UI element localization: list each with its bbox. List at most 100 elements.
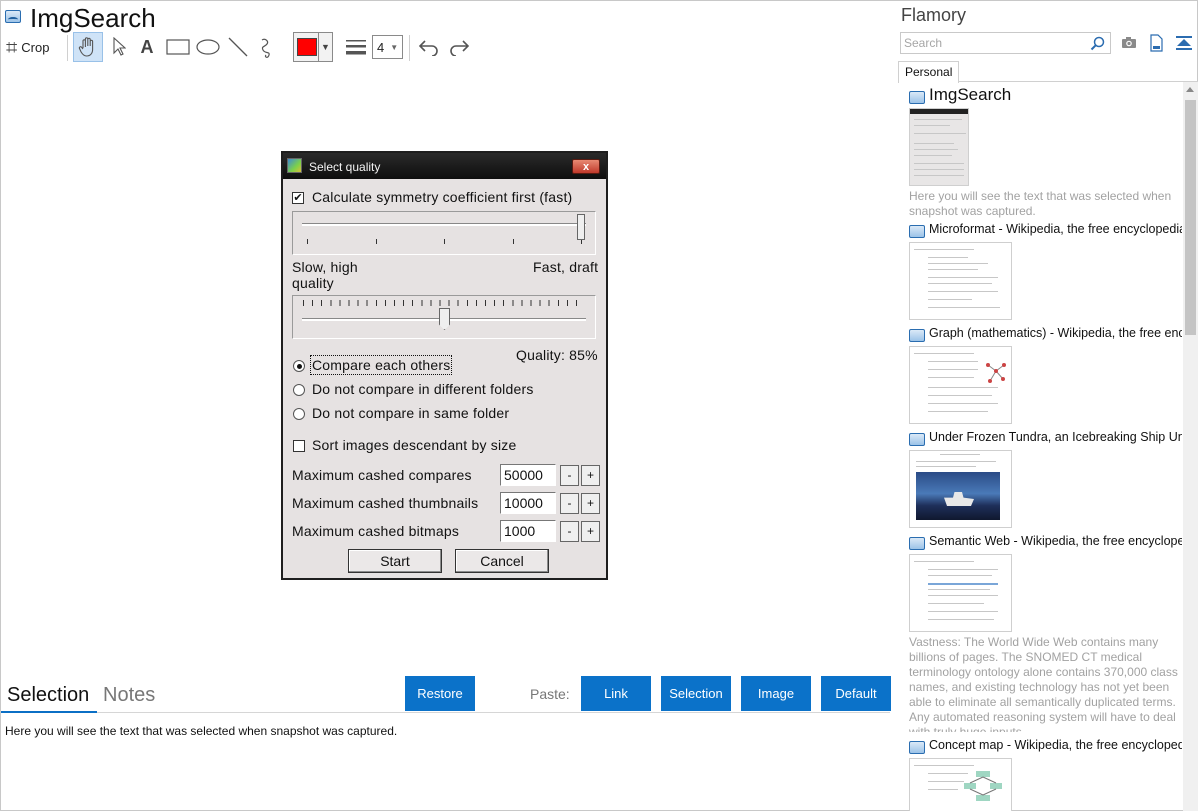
thumbnails-increment-button[interactable]: + bbox=[581, 493, 600, 514]
bitmaps-increment-button[interactable]: + bbox=[581, 521, 600, 542]
page-icon bbox=[909, 329, 925, 342]
concept-map-figure bbox=[964, 771, 1002, 801]
slider-ticks bbox=[303, 300, 585, 306]
field-label-bitmaps: Maximum cashed bitmaps bbox=[292, 523, 460, 539]
page-icon bbox=[909, 91, 925, 104]
dialog-titlebar: Select quality x bbox=[283, 153, 606, 179]
rectangle-tool-button[interactable] bbox=[165, 32, 191, 62]
ellipse-icon bbox=[196, 39, 220, 55]
paste-default-button[interactable]: Default bbox=[821, 676, 891, 711]
search-icon[interactable] bbox=[1090, 36, 1105, 51]
scrollbar-thumb[interactable] bbox=[1185, 100, 1196, 335]
line-tool-button[interactable] bbox=[225, 32, 251, 62]
line-icon bbox=[228, 37, 248, 57]
restore-button[interactable]: Restore bbox=[405, 676, 475, 711]
list-item[interactable]: Concept map - Wikipedia, the free encycl… bbox=[909, 738, 1182, 811]
text-tool-button[interactable]: A bbox=[136, 32, 158, 62]
paste-selection-button[interactable]: Selection bbox=[661, 676, 731, 711]
paste-image-button[interactable]: Image bbox=[741, 676, 811, 711]
tab-divider bbox=[97, 712, 890, 713]
item-title: Under Frozen Tundra, an Icebreaking Ship… bbox=[929, 430, 1182, 444]
quality-slider-thumb[interactable] bbox=[439, 308, 450, 330]
page-icon bbox=[909, 225, 925, 238]
list-item[interactable]: Semantic Web - Wikipedia, the free encyc… bbox=[909, 534, 1182, 734]
compares-increment-button[interactable]: + bbox=[581, 465, 600, 486]
search-field[interactable] bbox=[900, 32, 1111, 54]
list-item[interactable]: ImgSearch Here you will see the text tha… bbox=[909, 85, 1182, 218]
thumbnails-decrement-button[interactable]: - bbox=[560, 493, 579, 514]
collapse-icon[interactable] bbox=[1175, 34, 1193, 52]
list-item[interactable]: Graph (mathematics) - Wikipedia, the fre… bbox=[909, 326, 1182, 426]
line-width-icon-button[interactable] bbox=[344, 32, 368, 62]
line-width-select[interactable]: 4 ▼ bbox=[372, 35, 403, 59]
slider-tick bbox=[376, 239, 377, 244]
same-folder-radio[interactable] bbox=[293, 408, 305, 420]
thumbnail-image bbox=[909, 450, 1012, 528]
thumbnail-image bbox=[909, 758, 1012, 811]
redo-button[interactable] bbox=[446, 32, 472, 62]
compare-each-radio[interactable] bbox=[293, 360, 305, 372]
dialog-title: Select quality bbox=[309, 160, 381, 174]
thumbnails-input[interactable]: 10000 bbox=[500, 492, 556, 514]
compare-each-label: Compare each others bbox=[309, 355, 453, 375]
color-picker[interactable]: ▼ bbox=[293, 32, 333, 62]
cancel-button[interactable]: Cancel bbox=[455, 549, 549, 573]
slider-tick bbox=[444, 239, 445, 244]
paste-link-button[interactable]: Link bbox=[581, 676, 651, 711]
scroll-up-icon[interactable] bbox=[1186, 87, 1194, 92]
tab-notes[interactable]: Notes bbox=[103, 684, 155, 707]
toolbar-separator bbox=[409, 35, 410, 61]
document-icon[interactable] bbox=[1147, 34, 1165, 52]
tab-selection[interactable]: Selection bbox=[7, 684, 89, 707]
undo-button[interactable] bbox=[416, 32, 442, 62]
symmetry-label: Calculate symmetry coefficient first (fa… bbox=[312, 189, 573, 205]
item-description: Vastness: The World Wide Web contains ma… bbox=[909, 635, 1178, 732]
color-swatch bbox=[297, 38, 317, 56]
slow-quality-label: Slow, high quality bbox=[292, 259, 358, 291]
line-width-value: 4 bbox=[377, 39, 385, 55]
field-label-thumbnails: Maximum cashed thumbnails bbox=[292, 495, 479, 511]
list-item[interactable]: Under Frozen Tundra, an Icebreaking Ship… bbox=[909, 430, 1182, 530]
speed-slider-thumb[interactable] bbox=[577, 214, 585, 240]
symmetry-checkbox[interactable]: ✔ bbox=[292, 192, 304, 204]
different-folders-radio[interactable] bbox=[293, 384, 305, 396]
speed-slider[interactable] bbox=[292, 211, 596, 255]
undo-icon bbox=[418, 40, 438, 56]
bitmaps-input[interactable]: 1000 bbox=[500, 520, 556, 542]
pan-tool-button[interactable] bbox=[73, 32, 103, 62]
compares-input[interactable]: 50000 bbox=[500, 464, 556, 486]
snapshot-list: ImgSearch Here you will see the text tha… bbox=[902, 82, 1182, 811]
ellipse-tool-button[interactable] bbox=[195, 32, 221, 62]
slider-tick bbox=[513, 239, 514, 244]
freehand-tool-button[interactable] bbox=[256, 32, 280, 62]
select-tool-button[interactable] bbox=[108, 32, 130, 62]
quality-slider[interactable] bbox=[292, 295, 596, 339]
different-folders-label: Do not compare in different folders bbox=[312, 381, 534, 397]
start-button[interactable]: Start bbox=[348, 549, 442, 573]
selection-text[interactable]: Here you will see the text that was sele… bbox=[5, 724, 397, 738]
select-quality-dialog: Select quality x ✔ Calculate symmetry co… bbox=[281, 151, 608, 580]
item-title: Graph (mathematics) - Wikipedia, the fre… bbox=[929, 326, 1182, 340]
thumbnail-image bbox=[909, 242, 1012, 320]
crop-icon: ⌗ bbox=[6, 35, 18, 59]
close-button[interactable]: x bbox=[572, 159, 600, 174]
chevron-down-icon: ▼ bbox=[318, 33, 332, 61]
search-input[interactable] bbox=[901, 33, 1081, 53]
ship-photo bbox=[916, 472, 1000, 520]
slider-tick bbox=[307, 239, 308, 244]
tab-personal[interactable]: Personal bbox=[898, 61, 959, 83]
same-folder-label: Do not compare in same folder bbox=[312, 405, 510, 421]
compares-decrement-button[interactable]: - bbox=[560, 465, 579, 486]
item-description: Here you will see the text that was sele… bbox=[909, 189, 1172, 218]
pointer-icon bbox=[113, 37, 126, 56]
hand-icon bbox=[78, 37, 94, 57]
toolbar: ⌗ Crop A ▼ 4 ▼ bbox=[4, 32, 494, 62]
crop-button[interactable]: ⌗ Crop bbox=[6, 32, 66, 62]
sidebar-scrollbar[interactable] bbox=[1183, 82, 1198, 811]
sort-checkbox[interactable] bbox=[293, 440, 305, 452]
thumbnail-image bbox=[909, 108, 969, 186]
list-item[interactable]: Microformat - Wikipedia, the free encycl… bbox=[909, 222, 1182, 322]
camera-icon[interactable] bbox=[1120, 34, 1138, 52]
thumbnail-image bbox=[909, 554, 1012, 632]
bitmaps-decrement-button[interactable]: - bbox=[560, 521, 579, 542]
